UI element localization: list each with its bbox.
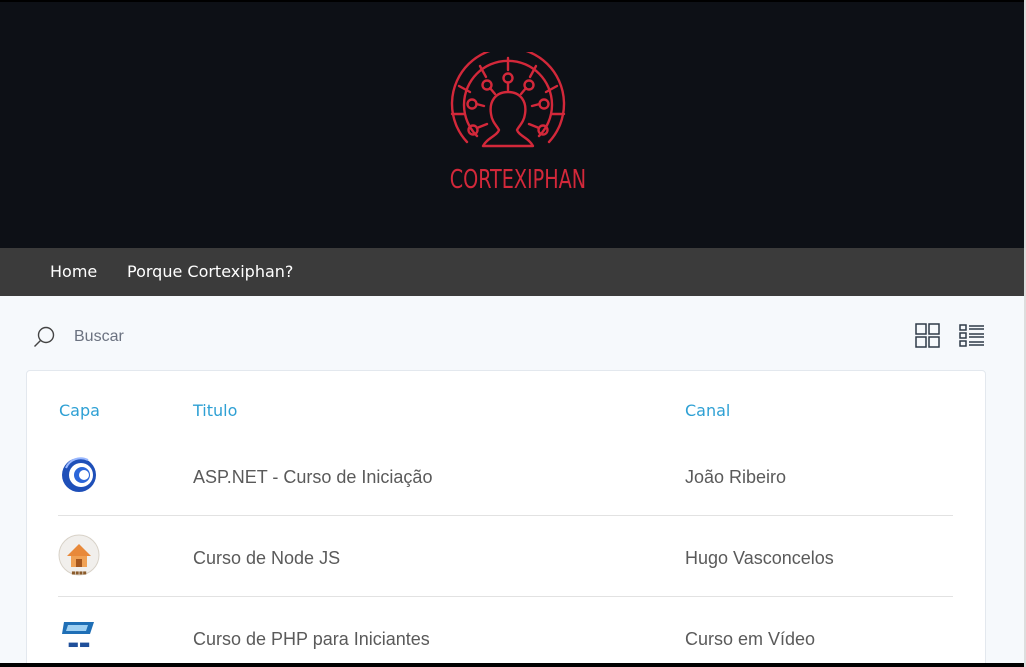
page: CORTEXIPHAN Home Porque Cortexiphan? Bus…	[0, 0, 1026, 667]
row-divider	[58, 596, 953, 597]
row-1-title[interactable]: ASP.NET - Curso de Iniciação	[193, 465, 432, 489]
nav-item-porque-cortexiphan[interactable]: Porque Cortexiphan?	[127, 248, 293, 296]
swirl-logo-icon[interactable]	[58, 454, 100, 496]
search-input[interactable]	[66, 323, 366, 351]
row-2-channel: Hugo Vasconcelos	[685, 548, 834, 568]
column-header-title[interactable]: Titulo	[193, 400, 237, 422]
window-bottom-border	[0, 663, 1026, 667]
courses-table-card	[26, 370, 986, 667]
row-2-title[interactable]: Curso de Node JS	[193, 546, 340, 570]
video-logo-icon[interactable]: ▬▬	[58, 616, 100, 658]
brand-name: CORTEXIPHAN	[449, 165, 587, 195]
svg-text:■■■■: ■■■■	[71, 570, 86, 575]
house-logo-icon[interactable]: ■■■■	[58, 534, 100, 576]
nav-item-home[interactable]: Home	[50, 248, 97, 296]
row-1-channel: João Ribeiro	[685, 467, 787, 487]
list-view-icon[interactable]	[958, 323, 986, 349]
main-nav: Home Porque Cortexiphan?	[0, 248, 1026, 296]
row-3-channel: Curso em Vídeo	[685, 629, 816, 649]
grid-view-icon[interactable]	[914, 323, 942, 349]
row-divider	[58, 515, 953, 516]
svg-text:▬▬: ▬▬	[68, 637, 91, 651]
column-header-cover[interactable]: Capa	[59, 400, 100, 422]
column-header-channel[interactable]: Canal	[685, 400, 730, 422]
row-3-title[interactable]: Curso de PHP para Iniciantes	[193, 627, 430, 651]
search-icon[interactable]	[32, 325, 56, 349]
